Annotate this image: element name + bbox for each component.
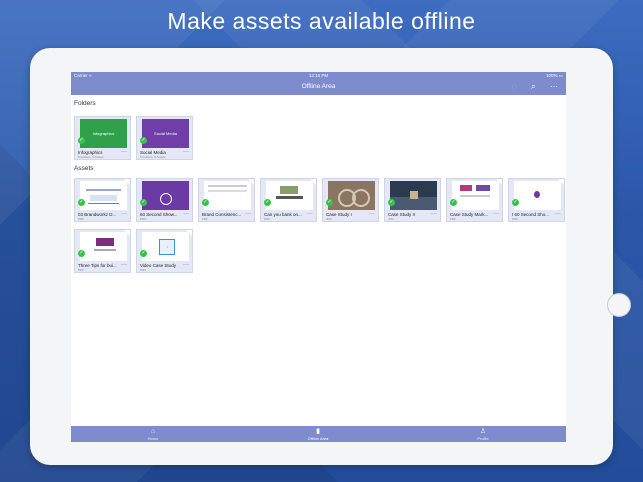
asset-thumbnail [452, 181, 499, 210]
more-icon[interactable]: ··· [493, 211, 499, 217]
app-screen: Carrier ≈ 12:16 PM 100% ▭ Offline Area ◌… [71, 72, 566, 442]
offline-check-icon: ✓ [78, 250, 85, 257]
more-icon[interactable]: ··· [121, 211, 127, 217]
asset-type: PDF [78, 268, 84, 272]
asset-name: Can you bank on... [264, 212, 302, 217]
more-icon[interactable]: ··· [431, 211, 437, 217]
asset-thumbnail [266, 181, 313, 210]
home-icon: ⌂ [150, 428, 156, 435]
more-icon[interactable]: ··· [245, 211, 251, 217]
offline-check-icon: ✓ [450, 199, 457, 206]
offline-check-icon: ✓ [326, 199, 333, 206]
asset-type: PDF [202, 217, 208, 221]
offline-check-icon: ✓ [140, 137, 147, 144]
asset-name: Case Study II [388, 212, 416, 217]
asset-name: Video Case Study [140, 263, 176, 268]
asset-card[interactable]: ✓ 03 Brandworkz D... PDF ··· [74, 178, 131, 222]
tab-offline-area[interactable]: ▮ Offline Area [288, 426, 348, 442]
battery-label: 100% ▭ [545, 73, 563, 78]
asset-card[interactable]: ✓ Case Study II JPG ··· [384, 178, 441, 222]
asset-card[interactable]: ✓ Brand Consistenc... PDF ··· [198, 178, 255, 222]
asset-thumbnail [390, 181, 437, 210]
asset-name: Case Study I [326, 212, 352, 217]
offline-check-icon: ✓ [78, 137, 85, 144]
clock: 12:16 PM [308, 73, 329, 78]
asset-type: M4V [140, 268, 147, 272]
offline-check-icon: ✓ [140, 199, 147, 206]
asset-card[interactable]: ✓ I 60 Second Sho... PDF ··· [508, 178, 565, 222]
more-icon[interactable]: ··· [183, 262, 189, 268]
asset-thumbnail [80, 181, 127, 210]
asset-name: 03 Brandworkz D... [78, 212, 117, 217]
profile-icon: ♙ [479, 428, 487, 435]
offline-check-icon: ✓ [202, 199, 209, 206]
asset-card[interactable]: ✓ Can you bank on... PDF ··· [260, 178, 317, 222]
offline-check-icon: ✓ [140, 250, 147, 257]
asset-type: PDF [512, 217, 518, 221]
asset-type: PNG [140, 217, 147, 221]
more-icon[interactable]: ··· [183, 149, 189, 155]
folder-meta: 5 Folders, 6 Assets [78, 155, 104, 159]
asset-thumbnail [328, 181, 375, 210]
asset-name: Brand Consistenc... [202, 212, 242, 217]
home-button[interactable] [607, 293, 631, 317]
more-icon[interactable]: ··· [369, 211, 375, 217]
asset-thumbnail [142, 181, 189, 210]
nav-bar: Offline Area ◌ ⌕ ··· [71, 80, 566, 95]
asset-thumbnail: ♪ [142, 232, 189, 261]
more-icon[interactable]: ··· [550, 82, 558, 92]
asset-type: JPG [388, 217, 394, 221]
asset-type: PDF [264, 217, 270, 221]
asset-thumbnail [80, 232, 127, 261]
status-bar: Carrier ≈ 12:16 PM 100% ▭ [71, 72, 566, 80]
more-icon[interactable]: ··· [121, 149, 127, 155]
tab-bar: ⌂ Home ▮ Offline Area ♙ Profile [71, 426, 566, 442]
folder-card[interactable]: Social Media ✓ Social Media 5 Folders, 6… [136, 116, 193, 160]
offline-check-icon: ✓ [78, 199, 85, 206]
asset-thumbnail [204, 181, 251, 210]
assets-heading: Assets [74, 165, 94, 172]
asset-card[interactable]: ✓ 60 Second Show... PNG ··· [136, 178, 193, 222]
offline-check-icon: ✓ [388, 199, 395, 206]
asset-card[interactable]: ✓ Case Study I JPG ··· [322, 178, 379, 222]
tab-home[interactable]: ⌂ Home [123, 426, 183, 442]
asset-type: JPG [326, 217, 332, 221]
asset-name: Case Study Mark... [450, 212, 489, 217]
tab-profile[interactable]: ♙ Profile [453, 426, 513, 442]
folders-heading: Folders [74, 100, 96, 107]
more-icon[interactable]: ··· [183, 211, 189, 217]
nav-title: Offline Area [301, 83, 336, 90]
asset-type: PDF [450, 217, 456, 221]
asset-name: I 60 Second Sho... [512, 212, 550, 217]
folder-meta: 5 Folders, 6 Assets [140, 155, 166, 159]
asset-type: PDF [78, 217, 84, 221]
asset-card[interactable]: ✓ Case Study Mark... PDF ··· [446, 178, 503, 222]
refresh-icon[interactable]: ◌ [512, 82, 517, 92]
more-icon[interactable]: ··· [555, 211, 561, 217]
folder-thumbnail: Social Media [142, 119, 189, 148]
headline: Make assets available offline [167, 8, 476, 34]
search-icon[interactable]: ⌕ [531, 82, 535, 92]
asset-card[interactable]: ♪ ✓ Video Case Study M4V ··· [136, 229, 193, 273]
folder-thumbnail: Infographics [80, 119, 127, 148]
folder-card[interactable]: Infographics ✓ Infographics 5 Folders, 6… [74, 116, 131, 160]
offline-check-icon: ✓ [512, 199, 519, 206]
offline-check-icon: ✓ [264, 199, 271, 206]
more-icon[interactable]: ··· [121, 262, 127, 268]
asset-thumbnail [514, 181, 561, 210]
offline-icon: ▮ [316, 428, 320, 435]
audio-file-icon: ♪ [159, 239, 175, 255]
more-icon[interactable]: ··· [307, 211, 313, 217]
asset-name: Three Tips for bui... [78, 263, 117, 268]
asset-card[interactable]: ✓ Three Tips for bui... PDF ··· [74, 229, 131, 273]
